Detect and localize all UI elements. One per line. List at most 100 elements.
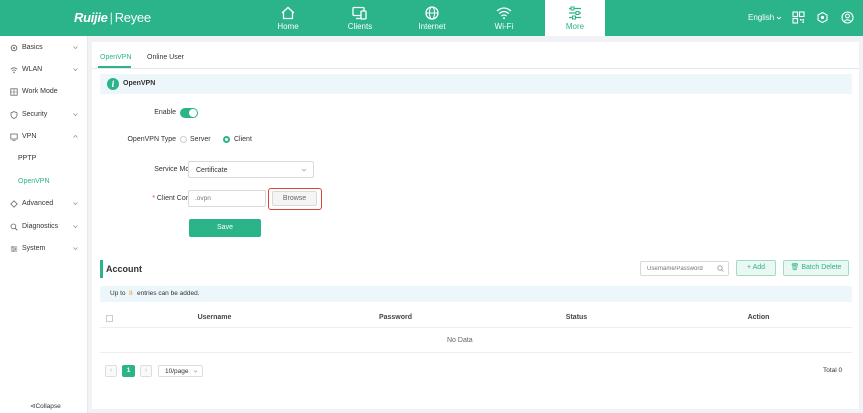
main-panel: OpenVPN Online User i OpenVPN Enable Ope… [92,42,859,409]
batch-delete-button[interactable]: 🗑 Batch Delete [783,260,849,276]
client-config-field[interactable] [189,191,265,206]
network-icon[interactable] [816,11,829,24]
tab-divider [92,68,859,69]
sidebar-item-label: WLAN [22,66,43,73]
sidebar-item-system[interactable]: System [0,239,88,259]
account-search[interactable] [640,261,729,276]
add-button[interactable]: + Add [736,260,776,276]
sidebar-item-security[interactable]: Security [0,105,88,125]
nav-more[interactable]: More [545,0,605,36]
chevron-down-icon [73,247,78,251]
sidebar-item-label: Security [22,111,48,118]
wifi-icon [464,0,544,22]
prev-page-button[interactable]: ‹ [105,365,117,377]
nav-internet-label: Internet [418,22,446,31]
shield-icon [10,111,18,119]
grid-icon [10,88,18,96]
notice-suffix: entries can be added. [137,290,200,297]
info-icon: i [107,78,119,90]
chevron-down-icon [777,16,782,20]
sidebar-item-wlan[interactable]: WLAN [0,60,88,80]
sidebar-item-label: Diagnostics [22,223,59,230]
tab-openvpn[interactable]: OpenVPN [100,54,132,61]
home-icon [248,0,328,22]
tab-online-user[interactable]: Online User [147,54,184,61]
gear-icon [10,44,18,52]
sidebar-subitem-openvpn[interactable]: OpenVPN [0,172,88,192]
globe-icon [392,0,472,22]
page-size-value: 10/page [165,368,189,375]
nav-internet[interactable]: Internet [392,0,472,36]
column-password: Password [378,314,413,321]
select-all-checkbox[interactable] [106,315,113,322]
search-input[interactable] [641,262,717,275]
sidebar: Basics WLAN Work Mode Security VPN PPTP … [0,36,88,413]
sidebar-item-basics[interactable]: Basics [0,38,88,58]
search-icon[interactable] [717,265,724,272]
client-config-label: * Client Config [152,195,197,202]
browse-highlight: Browse [268,188,322,210]
column-status: Status [565,314,588,321]
top-nav-bar: Ruijie | Reyee Home Clients Internet Wi-Fi… [0,0,863,36]
sidebar-item-label: VPN [22,133,37,140]
next-page-button[interactable]: › [140,365,152,377]
system-icon [10,246,18,252]
advanced-icon [10,200,18,208]
chevron-up-icon [73,134,78,138]
diagnostics-icon [10,223,18,231]
sidebar-item-work-mode[interactable]: Work Mode [0,82,88,102]
service-mode-label: Service Mode [154,166,197,173]
service-mode-value: Certificate [196,167,228,174]
section-header: i OpenVPN [100,74,852,94]
enable-label: Enable [154,109,176,116]
section-title: OpenVPN [123,80,156,87]
brand-logo: Ruijie | Reyee [74,10,151,25]
chevron-down-icon [73,202,78,206]
chevron-down-icon [73,225,78,229]
notice-prefix: Up to [110,290,126,297]
sidebar-item-label: Advanced [22,200,54,207]
empty-table-text: No Data [447,337,473,344]
client-config-input[interactable] [188,190,266,207]
sidebar-subitem-label: PPTP [18,155,37,162]
table-header-divider [100,327,852,328]
batch-delete-label: Batch Delete [801,264,842,271]
sidebar-subitem-pptp[interactable]: PPTP [0,149,88,169]
openvpn-type-label: OpenVPN Type [127,136,176,143]
nav-wifi[interactable]: Wi-Fi [464,0,544,36]
table-bottom-divider [100,352,852,353]
nav-wifi-label: Wi-Fi [494,22,514,31]
qr-code-icon[interactable] [792,11,805,24]
sidebar-item-diagnostics[interactable]: Diagnostics [0,217,88,237]
entry-limit-notice: Up to 8 entries can be added. [100,286,852,302]
wifi-icon [10,67,18,74]
sidebar-subitem-label: OpenVPN [18,178,50,185]
sidebar-item-label: System [22,245,46,252]
browse-button[interactable]: Browse [272,191,317,206]
language-selector[interactable]: English [748,13,782,22]
notice-count: 8 [129,290,133,297]
radio-server[interactable] [180,136,187,143]
chevron-down-icon [301,168,307,172]
sidebar-item-vpn[interactable]: VPN [0,127,88,147]
save-button[interactable]: Save [189,219,261,237]
sliders-icon [545,0,605,22]
service-mode-select[interactable]: Certificate [188,161,314,178]
radio-client[interactable] [223,136,230,143]
enable-toggle[interactable] [180,108,198,118]
nav-clients[interactable]: Clients [320,0,400,36]
column-username: Username [197,314,232,321]
collapse-button[interactable]: ⊲Collapse [30,402,61,410]
sidebar-item-label: Work Mode [22,88,58,95]
page-1-button[interactable]: 1 [122,365,135,377]
clients-icon [320,0,400,22]
user-icon[interactable] [841,11,854,24]
trash-icon: 🗑 [790,264,800,271]
nav-home[interactable]: Home [248,0,328,36]
vpn-icon [10,133,18,141]
column-action: Action [747,314,770,321]
sidebar-item-advanced[interactable]: Advanced [0,194,88,214]
page-size-select[interactable]: 10/page [158,365,203,377]
account-accent-bar [100,260,103,278]
chevron-down-icon [73,68,78,72]
